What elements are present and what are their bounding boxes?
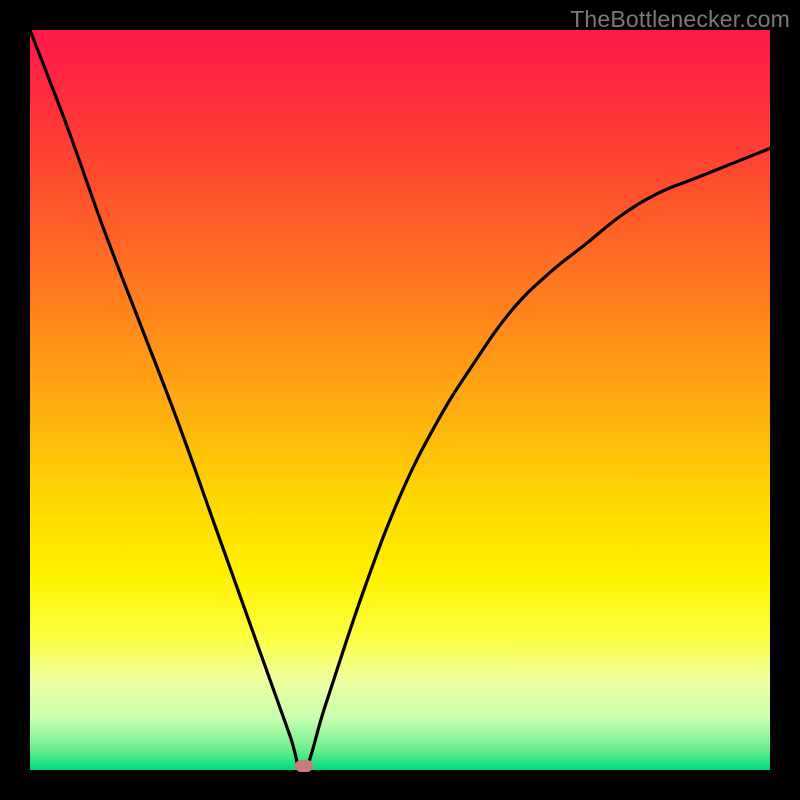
watermark-text: TheBottlenecker.com xyxy=(570,6,790,33)
optimal-point-marker xyxy=(295,760,313,772)
bottleneck-curve xyxy=(30,30,770,770)
